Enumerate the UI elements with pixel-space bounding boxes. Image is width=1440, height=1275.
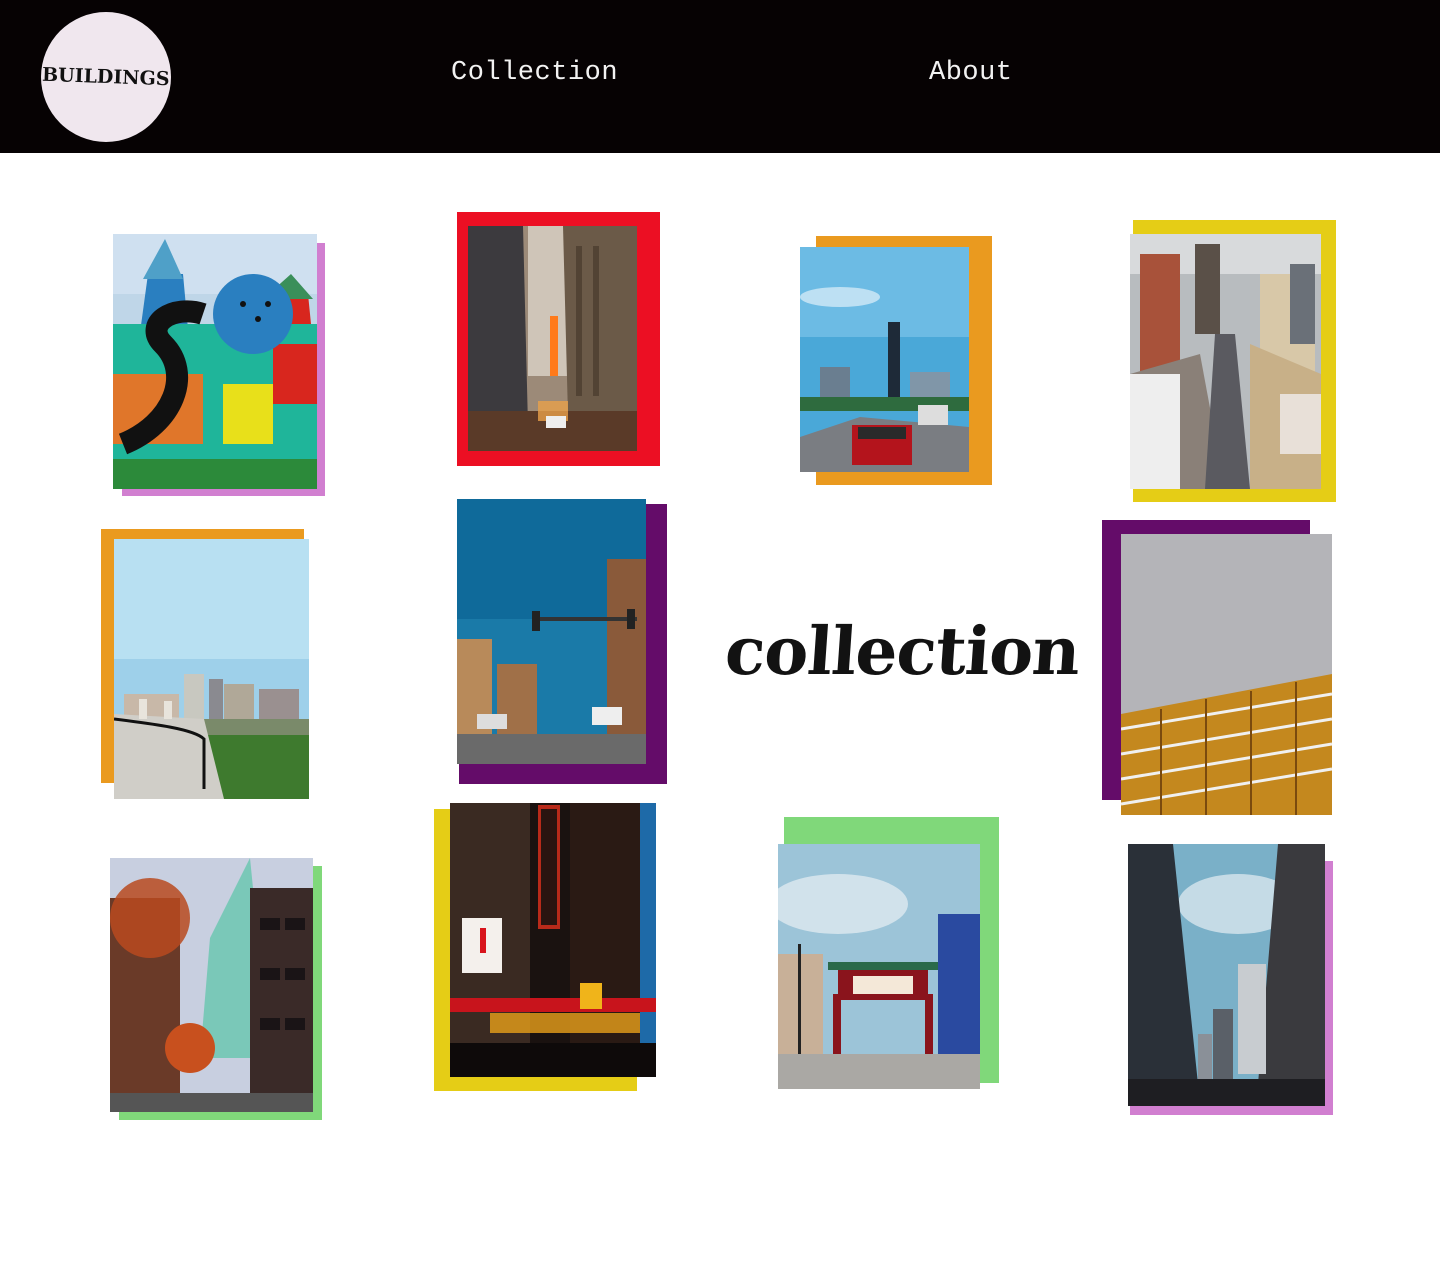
hotel-balconies-photo: [1121, 534, 1332, 815]
playhouse-square-photo: [450, 803, 656, 1077]
glass-tower-trees-photo: [110, 858, 313, 1112]
canyon-skyscrapers-photo: [1128, 844, 1325, 1106]
nav-link-about[interactable]: About: [929, 58, 1013, 88]
logo-text: BUILDINGS: [41, 63, 171, 91]
collection-heading: collection: [722, 612, 1083, 690]
traffic-light-street-photo: [457, 499, 646, 764]
river-overlook-photo: [114, 539, 309, 799]
nav-link-collection[interactable]: Collection: [451, 58, 618, 88]
aerial-avenue-photo: [1130, 234, 1321, 489]
buildings-logo[interactable]: BUILDINGS: [41, 12, 171, 142]
theater-street-photo: [468, 226, 637, 451]
skyline-highway-photo: [800, 247, 969, 472]
chinatown-gate-photo: [778, 844, 980, 1089]
mural-church-photo: [113, 234, 317, 489]
top-navigation-bar: BUILDINGS Collection About: [0, 0, 1440, 153]
